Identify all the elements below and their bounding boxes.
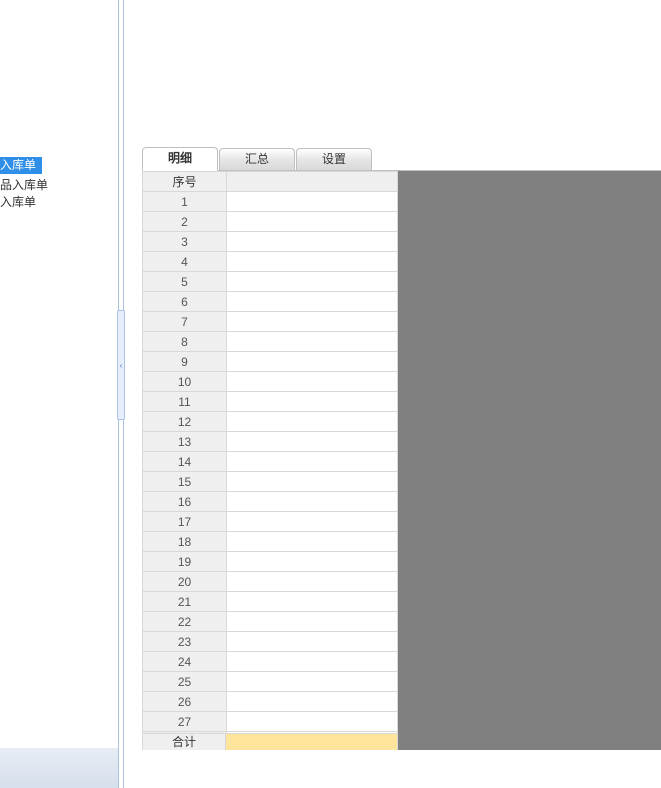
row-number[interactable]: 7	[143, 312, 227, 332]
grid-cell[interactable]	[227, 392, 398, 412]
sidebar-collapse-handle[interactable]: ‹	[117, 310, 125, 420]
sidebar-item-inbound-1[interactable]: 入库单	[0, 157, 42, 174]
grid-cell[interactable]	[227, 652, 398, 672]
grid-cell[interactable]	[227, 352, 398, 372]
content-header-blank	[142, 0, 661, 146]
row-number[interactable]: 5	[143, 272, 227, 292]
grid-cell[interactable]	[227, 492, 398, 512]
grid-cell[interactable]	[227, 212, 398, 232]
grid-area: 序号 1 2 3 4 5 6 7 8 9 10 11 12	[142, 171, 398, 771]
grid-cell[interactable]	[227, 252, 398, 272]
tab-detail[interactable]: 明细	[142, 147, 218, 171]
grid-cell[interactable]	[227, 372, 398, 392]
grid-cell[interactable]	[227, 612, 398, 632]
grid-footer-row: 合计	[142, 733, 398, 751]
row-number[interactable]: 3	[143, 232, 227, 252]
row-number[interactable]: 21	[143, 592, 227, 612]
sidebar-item-inbound-2[interactable]: 品入库单	[0, 177, 120, 194]
grid-cell[interactable]	[227, 672, 398, 692]
row-number[interactable]: 23	[143, 632, 227, 652]
row-number[interactable]: 13	[143, 432, 227, 452]
sidebar-list: 入库单 品入库单 入库单	[0, 157, 120, 211]
tab-settings[interactable]: 设置	[296, 148, 372, 170]
row-number[interactable]: 12	[143, 412, 227, 432]
row-number[interactable]: 6	[143, 292, 227, 312]
row-number[interactable]: 1	[143, 192, 227, 212]
row-number[interactable]: 10	[143, 372, 227, 392]
grid-cell[interactable]	[227, 272, 398, 292]
row-number[interactable]: 9	[143, 352, 227, 372]
row-number[interactable]: 25	[143, 672, 227, 692]
row-number[interactable]: 4	[143, 252, 227, 272]
grid-header-seq[interactable]: 序号	[143, 172, 227, 192]
sidebar: 入库单 品入库单 入库单	[0, 0, 120, 788]
grid-cell[interactable]	[227, 452, 398, 472]
row-number[interactable]: 20	[143, 572, 227, 592]
grid-footer-label: 合计	[142, 733, 226, 751]
grid-cell[interactable]	[227, 332, 398, 352]
grid-cell[interactable]	[227, 552, 398, 572]
row-number[interactable]: 22	[143, 612, 227, 632]
grid-header-blank[interactable]	[227, 172, 398, 192]
row-number[interactable]: 19	[143, 552, 227, 572]
grid-cell[interactable]	[227, 192, 398, 212]
row-number[interactable]: 16	[143, 492, 227, 512]
tab-body: 序号 1 2 3 4 5 6 7 8 9 10 11 12	[142, 170, 661, 770]
row-number[interactable]: 17	[143, 512, 227, 532]
row-number[interactable]: 14	[143, 452, 227, 472]
row-number[interactable]: 15	[143, 472, 227, 492]
grid-footer-value	[226, 733, 398, 751]
grid-cell[interactable]	[227, 592, 398, 612]
grid-table[interactable]: 序号 1 2 3 4 5 6 7 8 9 10 11 12	[142, 171, 398, 746]
row-number[interactable]: 27	[143, 712, 227, 732]
grid-cell[interactable]	[227, 432, 398, 452]
row-number[interactable]: 8	[143, 332, 227, 352]
content-bottom-strip	[142, 750, 661, 770]
row-number[interactable]: 18	[143, 532, 227, 552]
row-number[interactable]: 24	[143, 652, 227, 672]
tab-summary[interactable]: 汇总	[219, 148, 295, 170]
grid-cell[interactable]	[227, 472, 398, 492]
grid-cell[interactable]	[227, 232, 398, 252]
content-area: 明细 汇总 设置 序号 1 2 3 4 5 6	[142, 0, 661, 788]
grid-cell[interactable]	[227, 712, 398, 732]
grid-cell[interactable]	[227, 692, 398, 712]
grid-cell[interactable]	[227, 532, 398, 552]
row-number[interactable]: 26	[143, 692, 227, 712]
row-number[interactable]: 11	[143, 392, 227, 412]
grid-cell[interactable]	[227, 412, 398, 432]
sidebar-footer	[0, 748, 120, 788]
grid-cell[interactable]	[227, 312, 398, 332]
grid-cell[interactable]	[227, 512, 398, 532]
chevron-left-icon: ‹	[120, 361, 123, 370]
grid-cell[interactable]	[227, 632, 398, 652]
grid-cell[interactable]	[227, 572, 398, 592]
sidebar-item-inbound-3[interactable]: 入库单	[0, 194, 120, 211]
row-number[interactable]: 2	[143, 212, 227, 232]
grid-cell[interactable]	[227, 292, 398, 312]
tabstrip: 明细 汇总 设置	[142, 146, 661, 170]
